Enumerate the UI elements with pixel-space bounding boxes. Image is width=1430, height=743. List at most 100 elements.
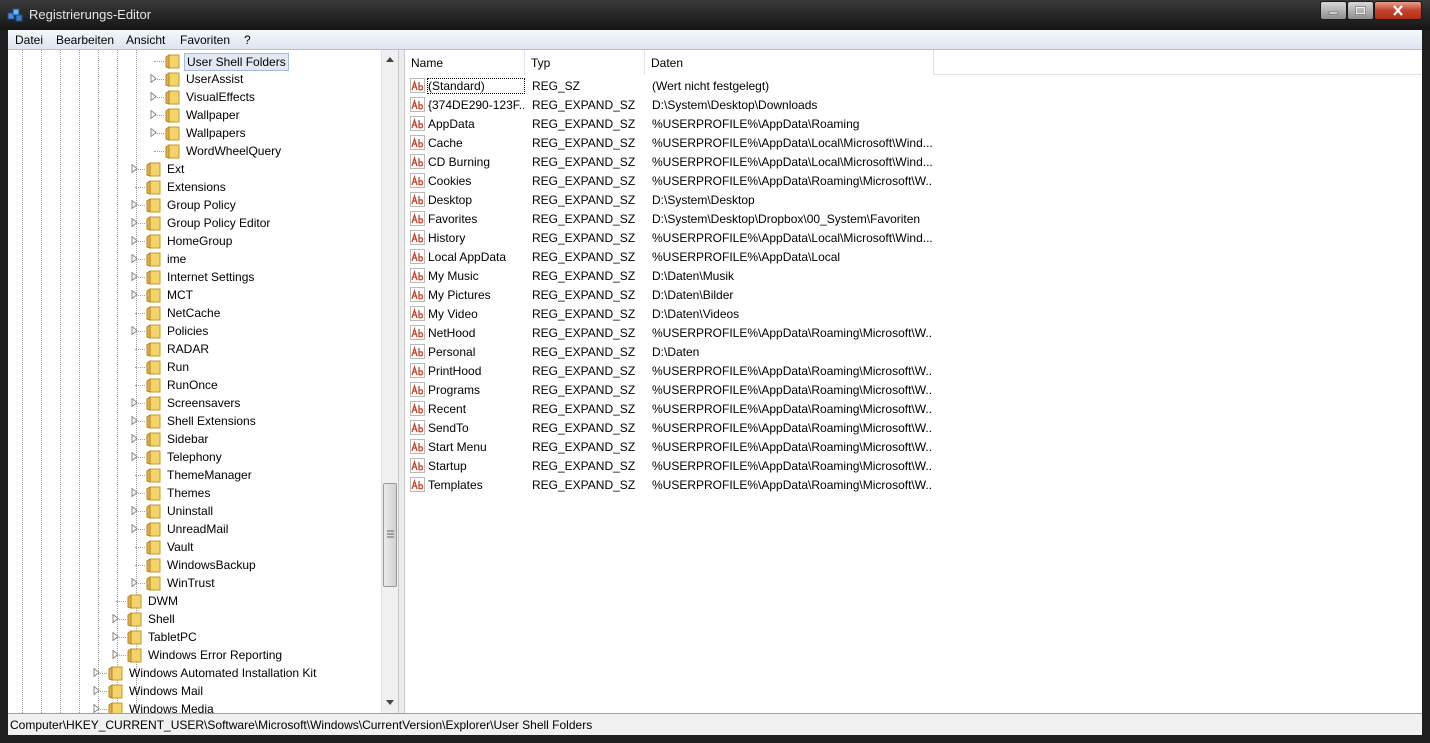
expand-arrow-icon[interactable] [130, 290, 139, 299]
column-header-data[interactable]: Daten [645, 50, 934, 75]
expand-arrow-icon[interactable] [92, 668, 101, 677]
expand-arrow-icon[interactable] [130, 452, 139, 461]
tree-node[interactable]: WinTrust [8, 574, 381, 592]
title-bar[interactable]: Registrierungs-Editor [0, 0, 1430, 30]
value-row[interactable]: Start Menu REG_EXPAND_SZ %USERPROFILE%\App… [405, 437, 1422, 456]
tree-node[interactable]: ThemeManager [8, 466, 381, 484]
scroll-up-arrow-icon[interactable] [386, 56, 394, 62]
value-row[interactable]: {374DE290-123F... REG_EXPAND_SZ D:\System\… [405, 95, 1422, 114]
tree-node[interactable]: Wallpaper [8, 106, 381, 124]
value-row[interactable]: NetHood REG_EXPAND_SZ %USERPROFILE%\AppDat… [405, 323, 1422, 342]
expand-arrow-icon[interactable] [130, 524, 139, 533]
menu-bearbeiten[interactable]: Bearbeiten [56, 33, 114, 47]
value-list[interactable]: Name Typ Daten (Standard) REG_SZ (Wert nic… [405, 50, 1422, 713]
tree-node[interactable]: Ext [8, 160, 381, 178]
expand-arrow-icon[interactable] [130, 506, 139, 515]
value-row[interactable]: CD Burning REG_EXPAND_SZ %USERPROFILE%\App… [405, 152, 1422, 171]
tree-node[interactable]: Shell [8, 610, 381, 628]
value-row[interactable]: Personal REG_EXPAND_SZ D:\Daten [405, 342, 1422, 361]
column-header-type[interactable]: Typ [525, 50, 645, 75]
expand-arrow-icon[interactable] [130, 164, 139, 173]
tree-node[interactable]: UserAssist [8, 70, 381, 88]
tree-node[interactable]: WordWheelQuery [8, 142, 381, 160]
expand-arrow-icon[interactable] [130, 326, 139, 335]
menu-ansicht[interactable]: Ansicht [126, 33, 165, 47]
value-row[interactable]: Desktop REG_EXPAND_SZ D:\System\Desktop [405, 190, 1422, 209]
scroll-thumb[interactable] [383, 483, 397, 587]
menu-datei[interactable]: Datei [15, 33, 43, 47]
expand-arrow-icon[interactable] [130, 272, 139, 281]
tree-node[interactable]: ime [8, 250, 381, 268]
tree-node[interactable]: WindowsBackup [8, 556, 381, 574]
value-row[interactable]: Cache REG_EXPAND_SZ %USERPROFILE%\AppData\… [405, 133, 1422, 152]
tree-node[interactable]: NetCache [8, 304, 381, 322]
close-button[interactable] [1374, 1, 1422, 20]
value-row[interactable]: Recent REG_EXPAND_SZ %USERPROFILE%\AppData… [405, 399, 1422, 418]
tree-node[interactable]: MCT [8, 286, 381, 304]
tree-node[interactable]: RADAR [8, 340, 381, 358]
key-tree[interactable]: User Shell Folders UserAssist VisualEffect… [8, 50, 398, 713]
tree-node[interactable]: Screensavers [8, 394, 381, 412]
expand-arrow-icon[interactable] [111, 650, 120, 659]
expand-arrow-icon[interactable] [92, 686, 101, 695]
maximize-button[interactable] [1347, 1, 1374, 20]
expand-arrow-icon[interactable] [130, 398, 139, 407]
expand-arrow-icon[interactable] [130, 416, 139, 425]
value-row[interactable]: Templates REG_EXPAND_SZ %USERPROFILE%\AppD… [405, 475, 1422, 494]
expand-arrow-icon[interactable] [130, 236, 139, 245]
value-row[interactable]: (Standard) REG_SZ (Wert nicht festgelegt) [405, 76, 1422, 95]
tree-node[interactable]: Policies [8, 322, 381, 340]
expand-arrow-icon[interactable] [149, 128, 158, 137]
value-row[interactable]: AppData REG_EXPAND_SZ %USERPROFILE%\AppDat… [405, 114, 1422, 133]
expand-arrow-icon[interactable] [130, 200, 139, 209]
tree-node[interactable]: VisualEffects [8, 88, 381, 106]
tree-node[interactable]: Group Policy Editor [8, 214, 381, 232]
value-row[interactable]: My Pictures REG_EXPAND_SZ D:\Daten\Bilder [405, 285, 1422, 304]
tree-scrollbar[interactable] [381, 50, 398, 713]
column-header-name[interactable]: Name [405, 50, 525, 75]
tree-node[interactable]: RunOnce [8, 376, 381, 394]
value-row[interactable]: PrintHood REG_EXPAND_SZ %USERPROFILE%\AppD… [405, 361, 1422, 380]
scroll-down-arrow-icon[interactable] [386, 700, 394, 706]
value-row[interactable]: My Video REG_EXPAND_SZ D:\Daten\Videos [405, 304, 1422, 323]
tree-node[interactable]: Uninstall [8, 502, 381, 520]
pane-splitter[interactable] [398, 50, 405, 713]
tree-node[interactable]: Telephony [8, 448, 381, 466]
tree-node[interactable]: Vault [8, 538, 381, 556]
menu-help[interactable]: ? [244, 33, 251, 47]
tree-node[interactable]: Themes [8, 484, 381, 502]
expand-arrow-icon[interactable] [130, 578, 139, 587]
tree-node[interactable]: TabletPC [8, 628, 381, 646]
expand-arrow-icon[interactable] [149, 110, 158, 119]
tree-node[interactable]: Wallpapers [8, 124, 381, 142]
tree-node[interactable]: Group Policy [8, 196, 381, 214]
tree-node[interactable]: Windows Error Reporting [8, 646, 381, 664]
tree-node[interactable]: UnreadMail [8, 520, 381, 538]
menu-favoriten[interactable]: Favoriten [180, 33, 230, 47]
tree-node[interactable]: Sidebar [8, 430, 381, 448]
value-row[interactable]: SendTo REG_EXPAND_SZ %USERPROFILE%\AppData… [405, 418, 1422, 437]
expand-arrow-icon[interactable] [130, 254, 139, 263]
expand-arrow-icon[interactable] [149, 92, 158, 101]
tree-node[interactable]: Shell Extensions [8, 412, 381, 430]
minimize-button[interactable] [1320, 1, 1347, 20]
tree-node[interactable]: User Shell Folders [8, 52, 381, 71]
value-row[interactable]: Favorites REG_EXPAND_SZ D:\System\Desktop\… [405, 209, 1422, 228]
value-row[interactable]: Programs REG_EXPAND_SZ %USERPROFILE%\AppDa… [405, 380, 1422, 399]
value-row[interactable]: Cookies REG_EXPAND_SZ %USERPROFILE%\AppDat… [405, 171, 1422, 190]
value-row[interactable]: My Music REG_EXPAND_SZ D:\Daten\Musik [405, 266, 1422, 285]
value-row[interactable]: Local AppData REG_EXPAND_SZ %USERPROFILE%\… [405, 247, 1422, 266]
tree-node[interactable]: Internet Settings [8, 268, 381, 286]
expand-arrow-icon[interactable] [111, 614, 120, 623]
tree-node[interactable]: Run [8, 358, 381, 376]
expand-arrow-icon[interactable] [130, 488, 139, 497]
expand-arrow-icon[interactable] [130, 218, 139, 227]
tree-node[interactable]: DWM [8, 592, 381, 610]
expand-arrow-icon[interactable] [149, 74, 158, 83]
tree-node[interactable]: HomeGroup [8, 232, 381, 250]
expand-arrow-icon[interactable] [130, 434, 139, 443]
value-row[interactable]: History REG_EXPAND_SZ %USERPROFILE%\AppDat… [405, 228, 1422, 247]
tree-node[interactable]: Extensions [8, 178, 381, 196]
expand-arrow-icon[interactable] [92, 704, 101, 713]
tree-node[interactable]: Windows Mail [8, 682, 381, 700]
